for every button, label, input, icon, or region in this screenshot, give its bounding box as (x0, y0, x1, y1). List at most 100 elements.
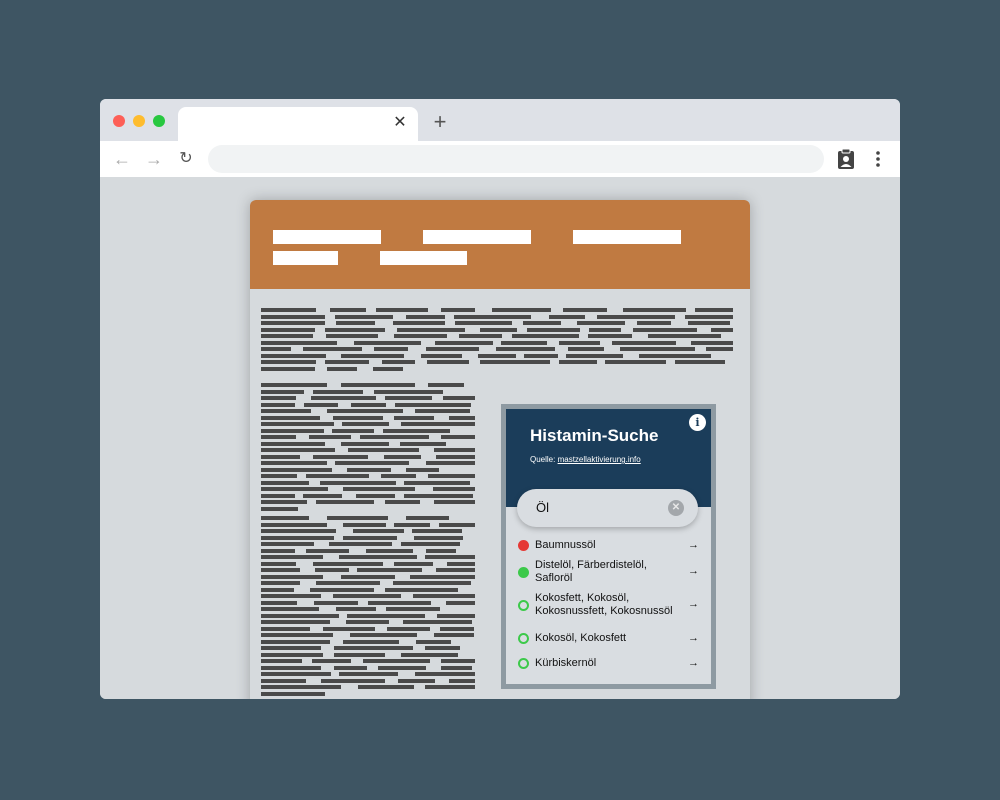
widget-body: Histamin-Suche Quelle: mastzellaktivieru… (506, 409, 711, 684)
text-placeholder-line (358, 685, 414, 689)
arrow-right-icon: → (688, 631, 699, 644)
new-tab-button[interactable]: + (430, 111, 450, 133)
text-placeholder-line (376, 308, 428, 312)
arrow-right-icon: → (688, 538, 699, 551)
text-placeholder-line (414, 535, 463, 540)
text-placeholder-line (410, 574, 475, 579)
text-placeholder-line (449, 678, 475, 683)
forward-button[interactable]: → (143, 148, 165, 170)
text-placeholder-line (261, 600, 297, 605)
source-link[interactable]: mastzellaktivierung.info (558, 455, 641, 464)
back-button[interactable]: ← (111, 148, 133, 170)
text-placeholder-line (441, 435, 475, 439)
text-placeholder-line (413, 594, 475, 598)
text-placeholder-line (427, 360, 469, 364)
clear-search-icon[interactable]: ✕ (668, 500, 684, 516)
text-placeholder-line (404, 480, 470, 485)
text-placeholder-line (393, 321, 445, 325)
status-dot-icon (518, 566, 529, 578)
text-placeholder-line (695, 308, 733, 312)
nav-link-placeholder[interactable] (380, 251, 467, 265)
web-page: Histamin-Suche Quelle: mastzellaktivieru… (250, 200, 750, 699)
text-placeholder-line (395, 402, 471, 407)
text-placeholder-line (261, 383, 327, 387)
text-placeholder-line (496, 347, 555, 351)
text-placeholder-line (261, 314, 325, 319)
nav-link-placeholder[interactable] (273, 251, 338, 265)
text-placeholder-line (343, 639, 399, 644)
text-placeholder-line (441, 308, 475, 312)
text-placeholder-line (261, 480, 309, 485)
text-placeholder-line (310, 587, 374, 592)
text-placeholder-line (325, 327, 385, 332)
close-tab-icon[interactable]: ✕ (391, 114, 409, 132)
text-placeholder-line (261, 506, 298, 511)
result-label: Kürbiskernöl (535, 657, 597, 669)
text-placeholder-line (441, 659, 475, 663)
text-placeholder-line (393, 581, 471, 585)
text-placeholder-line (314, 600, 358, 605)
text-placeholder-line (353, 529, 404, 533)
text-placeholder-line (312, 659, 351, 663)
info-icon[interactable]: i (689, 414, 706, 431)
text-placeholder-line (394, 415, 434, 420)
nav-link-placeholder[interactable] (273, 230, 381, 244)
maximize-window-button[interactable] (153, 115, 165, 127)
nav-link-placeholder[interactable] (573, 230, 681, 244)
text-placeholder-line (320, 480, 396, 485)
text-placeholder-line (333, 415, 383, 420)
result-item[interactable]: Kokosfett, Kokosöl, Kokosnussfett, Kokos… (506, 592, 711, 618)
text-placeholder-line (443, 396, 475, 400)
text-placeholder-line (261, 581, 300, 585)
active-tab[interactable]: ✕ (178, 107, 418, 141)
reload-button[interactable]: ↻ (175, 148, 197, 170)
text-placeholder-line (637, 321, 671, 325)
text-placeholder-line (313, 454, 368, 459)
search-input[interactable]: Öl (536, 489, 656, 527)
text-placeholder-line (639, 353, 711, 358)
text-placeholder-line (261, 340, 337, 345)
text-placeholder-line (261, 620, 330, 624)
result-item[interactable]: Kürbiskernöl → (506, 657, 711, 670)
text-placeholder-line (549, 314, 585, 319)
text-placeholder-line (261, 448, 335, 452)
source-prefix: Quelle: (530, 455, 558, 464)
nav-link-placeholder[interactable] (423, 230, 531, 244)
result-item[interactable]: Kokosöl, Kokosfett → (506, 632, 711, 645)
status-dot-icon (518, 658, 529, 669)
text-placeholder-line (478, 353, 516, 358)
result-item[interactable]: Baumnussöl → (506, 539, 711, 552)
text-placeholder-line (425, 685, 475, 689)
text-placeholder-line (261, 396, 296, 400)
text-placeholder-line (261, 334, 313, 338)
text-placeholder-line (351, 402, 386, 407)
text-placeholder-line (685, 314, 733, 319)
text-placeholder-line (447, 561, 475, 566)
text-placeholder-line (454, 314, 531, 319)
text-placeholder-line (588, 334, 632, 338)
text-placeholder-line (711, 327, 733, 332)
text-placeholder-line (335, 314, 393, 319)
text-placeholder-line (691, 340, 733, 345)
page-header (250, 200, 750, 289)
text-placeholder-line (303, 347, 362, 351)
result-item[interactable]: Distelöl, Färberdistelöl, Safloröl → (506, 559, 711, 585)
address-bar[interactable] (208, 145, 824, 173)
page-viewport: Histamin-Suche Quelle: mastzellaktivieru… (100, 177, 900, 699)
text-placeholder-line (373, 366, 403, 371)
text-placeholder-line (261, 626, 310, 631)
text-placeholder-line (350, 633, 417, 637)
text-placeholder-line (394, 561, 433, 566)
text-placeholder-line (261, 347, 291, 351)
text-placeholder-line (261, 441, 325, 446)
clipboard-user-icon[interactable] (836, 148, 856, 170)
text-placeholder-line (441, 665, 472, 670)
vertical-dots-icon[interactable] (870, 148, 886, 170)
text-placeholder-line (325, 360, 369, 364)
text-placeholder-line (374, 389, 443, 394)
minimize-window-button[interactable] (133, 115, 145, 127)
text-placeholder-line (406, 467, 439, 472)
text-placeholder-line (385, 396, 432, 400)
close-window-button[interactable] (113, 115, 125, 127)
text-placeholder-line (261, 461, 327, 465)
